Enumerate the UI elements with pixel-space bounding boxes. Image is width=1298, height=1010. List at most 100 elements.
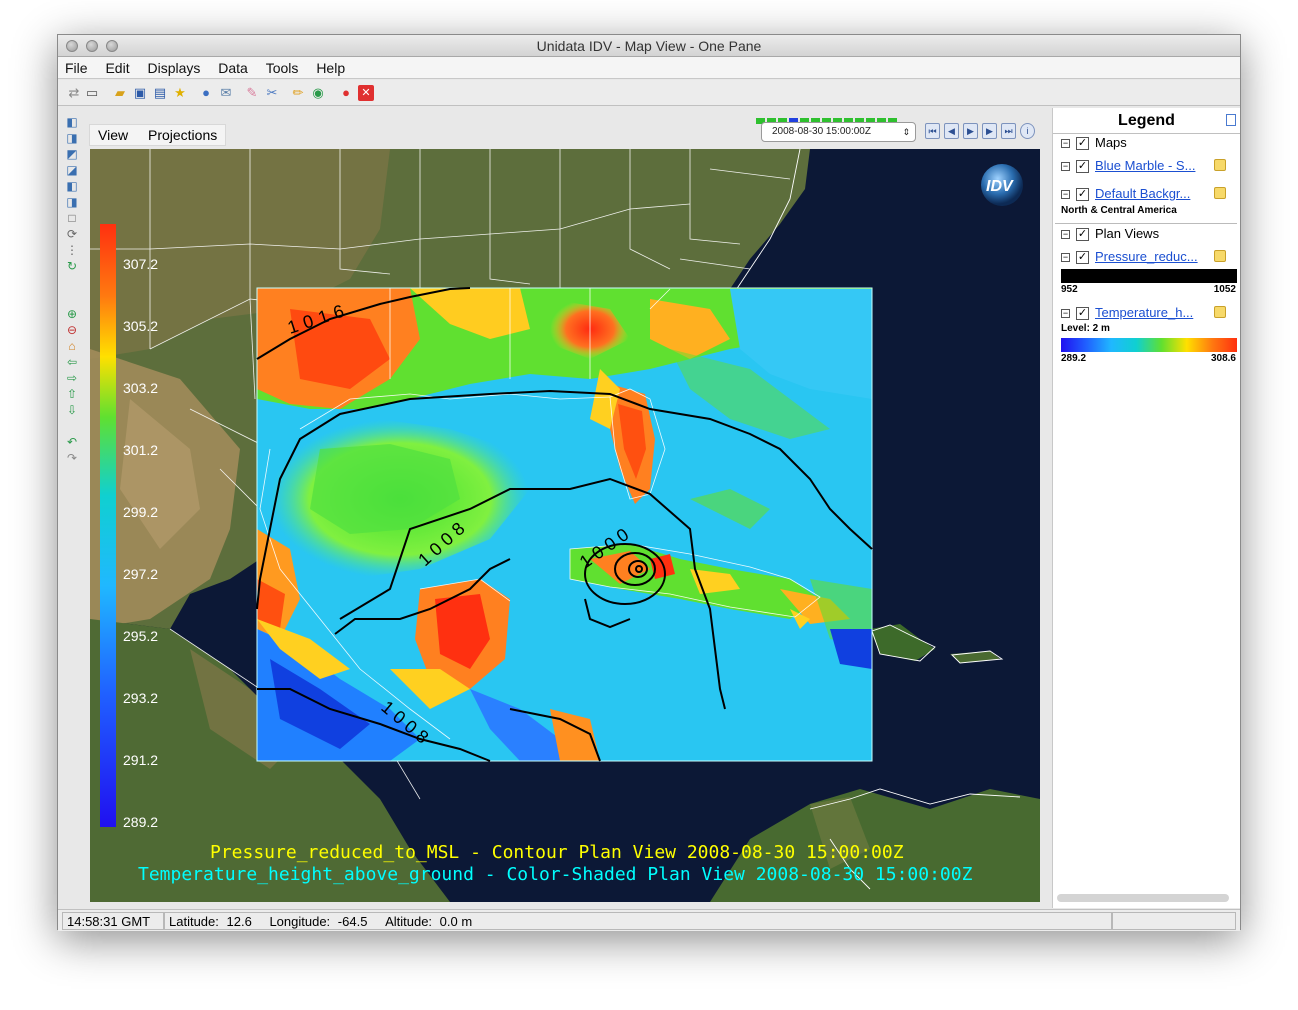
pan-up-icon[interactable]: ⇧: [65, 387, 79, 401]
info-icon[interactable]: i: [1020, 123, 1035, 139]
legend-scrollbar[interactable]: [1057, 894, 1229, 902]
eraser-icon[interactable]: ✎: [244, 85, 260, 101]
zoom-in-icon[interactable]: ⊕: [65, 307, 79, 321]
stepper-arrows-icon[interactable]: ⇕: [902, 123, 910, 141]
collapse-icon[interactable]: −: [1061, 309, 1070, 319]
colorbar-label: 289.2: [123, 814, 158, 830]
zoom-window-button[interactable]: [106, 40, 118, 52]
legend-group-label: Plan Views: [1095, 226, 1160, 241]
menu-bar: File Edit Displays Data Tools Help: [58, 57, 1240, 79]
collapse-icon[interactable]: −: [1061, 190, 1070, 200]
visibility-checkbox[interactable]: ✓: [1076, 188, 1089, 202]
play-icon[interactable]: ▶: [963, 123, 978, 139]
projections-menu[interactable]: Projections: [140, 125, 225, 145]
view-box-icon[interactable]: □: [65, 211, 79, 225]
colorbar-label: 297.2: [123, 566, 158, 582]
legend-item-link[interactable]: Pressure_reduc...: [1095, 249, 1198, 264]
go-first-icon[interactable]: ⏮: [925, 123, 940, 139]
legend-divider: [1055, 223, 1237, 224]
map-canvas[interactable]: 1016 1008 1000 1008 307.2 305.2 303.2 30…: [90, 149, 1040, 902]
help-icon[interactable]: ●: [198, 85, 214, 101]
longitude-label: Longitude:: [269, 914, 331, 929]
legend-item-blue-marble[interactable]: − ✓ Blue Marble - S...: [1061, 158, 1195, 174]
go-last-icon[interactable]: ⏭: [1001, 123, 1016, 139]
collapse-icon[interactable]: −: [1061, 230, 1070, 240]
visibility-checkbox[interactable]: ✓: [1076, 307, 1089, 321]
zoom-out-icon[interactable]: ⊖: [65, 323, 79, 337]
legend-item-link[interactable]: Default Backgr...: [1095, 186, 1190, 201]
temperature-legend-colorbar: [1061, 338, 1237, 352]
visibility-checkbox[interactable]: ✓: [1076, 251, 1089, 265]
longitude-value: -64.5: [337, 914, 368, 929]
legend-group-maps: − ✓ Maps: [1061, 135, 1127, 151]
maps-visibility-checkbox[interactable]: ✓: [1076, 137, 1089, 151]
save-icon[interactable]: ▣: [132, 85, 148, 101]
globe-icon[interactable]: ◉: [310, 85, 326, 101]
data-chooser-icon[interactable]: ⇄: [66, 85, 82, 101]
idv-window: Unidata IDV - Map View - One Pane File E…: [57, 34, 1241, 931]
menu-tools[interactable]: Tools: [259, 57, 306, 79]
visibility-checkbox[interactable]: ✓: [1076, 160, 1089, 174]
caption-pressure: Pressure_reduced_to_MSL - Contour Plan V…: [210, 842, 904, 863]
step-forward-icon[interactable]: ▶: [982, 123, 997, 139]
menu-file[interactable]: File: [58, 57, 95, 79]
plan-views-visibility-checkbox[interactable]: ✓: [1076, 228, 1089, 242]
lock-icon[interactable]: [1214, 187, 1226, 199]
step-back-icon[interactable]: ◀: [944, 123, 959, 139]
pan-left-icon[interactable]: ⇦: [65, 355, 79, 369]
favorite-star-icon[interactable]: ★: [172, 85, 188, 101]
status-bar: 14:58:31 GMT Latitude: 12.6 Longitude: -…: [58, 909, 1240, 931]
reset-icon[interactable]: ↻: [65, 259, 79, 273]
detach-legend-icon[interactable]: [1226, 114, 1236, 126]
legend-group-plan-views: − ✓ Plan Views: [1061, 226, 1160, 242]
legend-item-temperature[interactable]: − ✓ Temperature_h...: [1061, 305, 1193, 321]
map-view[interactable]: 1016 1008 1000 1008 307.2 305.2 303.2 30…: [90, 149, 1040, 902]
view-east-icon[interactable]: ◪: [65, 163, 79, 177]
collapse-icon[interactable]: −: [1061, 139, 1070, 149]
undo-icon[interactable]: ↶: [65, 435, 79, 449]
stop-icon[interactable]: ●: [338, 85, 354, 101]
view-south-icon[interactable]: ◧: [65, 179, 79, 193]
lock-icon[interactable]: [1214, 159, 1226, 171]
collapse-icon[interactable]: −: [1061, 162, 1070, 172]
remove-icon[interactable]: ✕: [358, 85, 374, 101]
legend-item-pressure[interactable]: − ✓ Pressure_reduc...: [1061, 249, 1198, 265]
lock-icon[interactable]: [1214, 306, 1226, 318]
menu-displays[interactable]: Displays: [140, 57, 207, 79]
menu-help[interactable]: Help: [309, 57, 352, 79]
colorbar-label: 305.2: [123, 318, 158, 334]
time-selector[interactable]: 2008-08-30 15:00:00Z ⇕: [761, 122, 916, 142]
open-file-icon[interactable]: ▰: [112, 85, 128, 101]
legend-item-link[interactable]: Blue Marble - S...: [1095, 158, 1195, 173]
rotate-icon[interactable]: ⟳: [65, 227, 79, 241]
legend-item-link[interactable]: Temperature_h...: [1095, 305, 1193, 320]
altitude-label: Altitude:: [385, 914, 433, 929]
minimize-window-button[interactable]: [86, 40, 98, 52]
pan-right-icon[interactable]: ⇨: [65, 371, 79, 385]
colorbar-label: 307.2: [123, 256, 158, 272]
latitude-value: 12.6: [226, 914, 252, 929]
redo-icon[interactable]: ↷: [65, 451, 79, 465]
home-icon[interactable]: ⌂: [65, 339, 79, 353]
lock-icon[interactable]: [1214, 250, 1226, 262]
view-north-icon[interactable]: ◩: [65, 147, 79, 161]
new-window-icon[interactable]: ▭: [84, 85, 100, 101]
view-west-icon[interactable]: ◨: [65, 195, 79, 209]
panel-splitter[interactable]: [1044, 108, 1050, 908]
legend-item-subtitle: Level: 2 m: [1061, 323, 1110, 334]
mail-icon[interactable]: ✉: [218, 85, 234, 101]
scissors-icon[interactable]: ✂: [264, 85, 280, 101]
collapse-icon[interactable]: −: [1061, 253, 1070, 263]
view-bottom-icon[interactable]: ◨: [65, 131, 79, 145]
menu-data[interactable]: Data: [211, 57, 255, 79]
menu-edit[interactable]: Edit: [98, 57, 136, 79]
view-top-icon[interactable]: ◧: [65, 115, 79, 129]
pan-down-icon[interactable]: ⇩: [65, 403, 79, 417]
view-menu[interactable]: View: [90, 125, 136, 145]
pressure-range-min: 952: [1061, 284, 1078, 295]
legend-item-default-background[interactable]: − ✓ Default Backgr...: [1061, 186, 1190, 202]
close-window-button[interactable]: [66, 40, 78, 52]
save-as-icon[interactable]: ▤: [152, 85, 168, 101]
pencil-icon[interactable]: ✏: [290, 85, 306, 101]
colorbar-label: 301.2: [123, 442, 158, 458]
